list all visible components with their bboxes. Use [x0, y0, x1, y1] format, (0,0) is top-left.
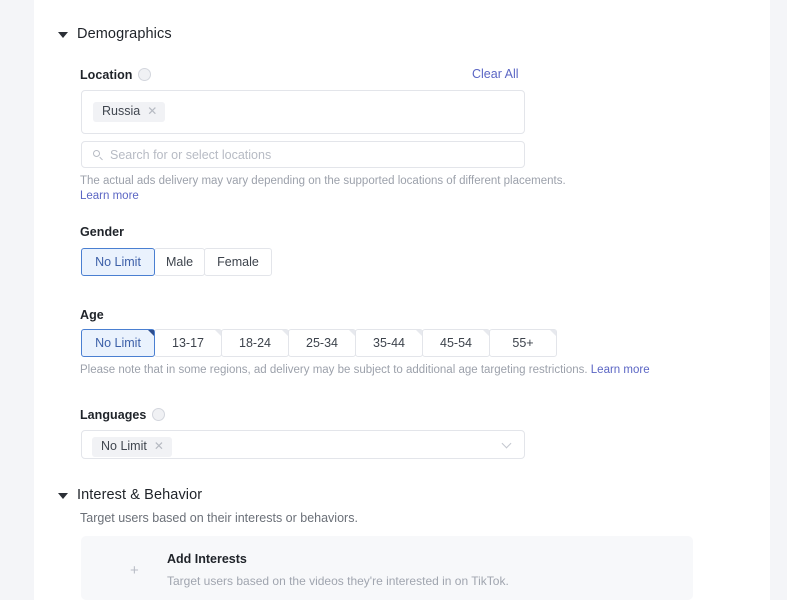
clear-all-link[interactable]: Clear All: [472, 67, 519, 81]
page-left-gutter: [0, 0, 34, 600]
languages-tag-label: No Limit: [101, 439, 147, 453]
gender-option-label: No Limit: [95, 255, 141, 269]
info-icon[interactable]: [152, 408, 166, 421]
age-option-label: 45-54: [440, 336, 472, 350]
age-helper-text: Please note that in some regions, ad del…: [80, 363, 700, 378]
age-option-25-34[interactable]: 25-34: [288, 329, 356, 357]
gender-button-group: No Limit Male Female: [81, 248, 272, 276]
age-button-group: No Limit 13-17 18-24 25-34 35-44 45-54 5…: [81, 329, 557, 357]
age-learn-more-link[interactable]: Learn more: [591, 364, 650, 376]
age-helper-sentence: Please note that in some regions, ad del…: [80, 364, 588, 376]
gender-option-label: Female: [217, 255, 259, 269]
add-interests-subtitle: Target users based on the videos they're…: [167, 574, 509, 588]
age-option-label: 13-17: [172, 336, 204, 350]
add-interests-card[interactable]: + Add Interests Target users based on th…: [81, 536, 693, 600]
page-right-gutter: [770, 0, 787, 600]
close-icon[interactable]: ✕: [154, 440, 164, 452]
close-icon[interactable]: ✕: [147, 105, 157, 117]
age-option-label: 55+: [512, 336, 534, 350]
location-tag-russia[interactable]: Russia ✕: [93, 102, 166, 122]
location-helper-text: The actual ads delivery may vary dependi…: [80, 174, 620, 204]
gender-option-no-limit[interactable]: No Limit: [81, 248, 155, 276]
age-option-label: 25-34: [306, 336, 338, 350]
location-search-input[interactable]: Search for or select locations: [81, 141, 525, 168]
section-header-demographics[interactable]: Demographics: [58, 26, 172, 42]
languages-label: Languages: [80, 406, 166, 422]
caret-down-icon: [58, 492, 68, 499]
location-helper-sentence: The actual ads delivery may vary dependi…: [80, 175, 566, 187]
chevron-down-icon[interactable]: [503, 440, 512, 449]
gender-option-male[interactable]: Male: [154, 248, 205, 276]
search-icon: [93, 150, 104, 161]
location-tags-box[interactable]: Russia ✕: [81, 90, 525, 134]
age-option-55-plus[interactable]: 55+: [489, 329, 557, 357]
page-root: Demographics Location Clear All Russia ✕…: [0, 0, 787, 600]
languages-tag-no-limit[interactable]: No Limit ✕: [92, 437, 172, 457]
age-option-45-54[interactable]: 45-54: [422, 329, 490, 357]
age-option-no-limit[interactable]: No Limit: [81, 329, 155, 357]
plus-icon: +: [130, 562, 139, 579]
location-search-placeholder: Search for or select locations: [110, 148, 272, 162]
corner-marker-icon: [550, 330, 556, 336]
languages-select[interactable]: No Limit ✕: [81, 430, 525, 459]
corner-marker-icon: [148, 330, 154, 336]
location-learn-more-link[interactable]: Learn more: [80, 190, 139, 202]
section-title-interest-behavior: Interest & Behavior: [77, 487, 203, 503]
interest-behavior-description: Target users based on their interests or…: [80, 511, 358, 525]
location-label: Location: [80, 66, 152, 82]
age-option-label: 35-44: [373, 336, 405, 350]
age-option-label: 18-24: [239, 336, 271, 350]
gender-label: Gender: [80, 225, 125, 239]
languages-label-text: Languages: [80, 408, 147, 422]
info-icon[interactable]: [138, 68, 152, 81]
age-option-13-17[interactable]: 13-17: [154, 329, 222, 357]
section-header-interest-behavior[interactable]: Interest & Behavior: [58, 487, 202, 503]
age-option-label: No Limit: [95, 336, 141, 350]
age-option-35-44[interactable]: 35-44: [355, 329, 423, 357]
targeting-panel: Demographics Location Clear All Russia ✕…: [34, 0, 770, 600]
section-title-demographics: Demographics: [77, 26, 172, 42]
location-label-text: Location: [80, 68, 133, 82]
caret-down-icon: [58, 31, 68, 38]
age-label: Age: [80, 308, 104, 322]
age-option-18-24[interactable]: 18-24: [221, 329, 289, 357]
gender-option-female[interactable]: Female: [204, 248, 272, 276]
add-interests-title: Add Interests: [167, 552, 247, 566]
location-tag-label: Russia: [102, 104, 141, 118]
gender-option-label: Male: [165, 255, 194, 269]
